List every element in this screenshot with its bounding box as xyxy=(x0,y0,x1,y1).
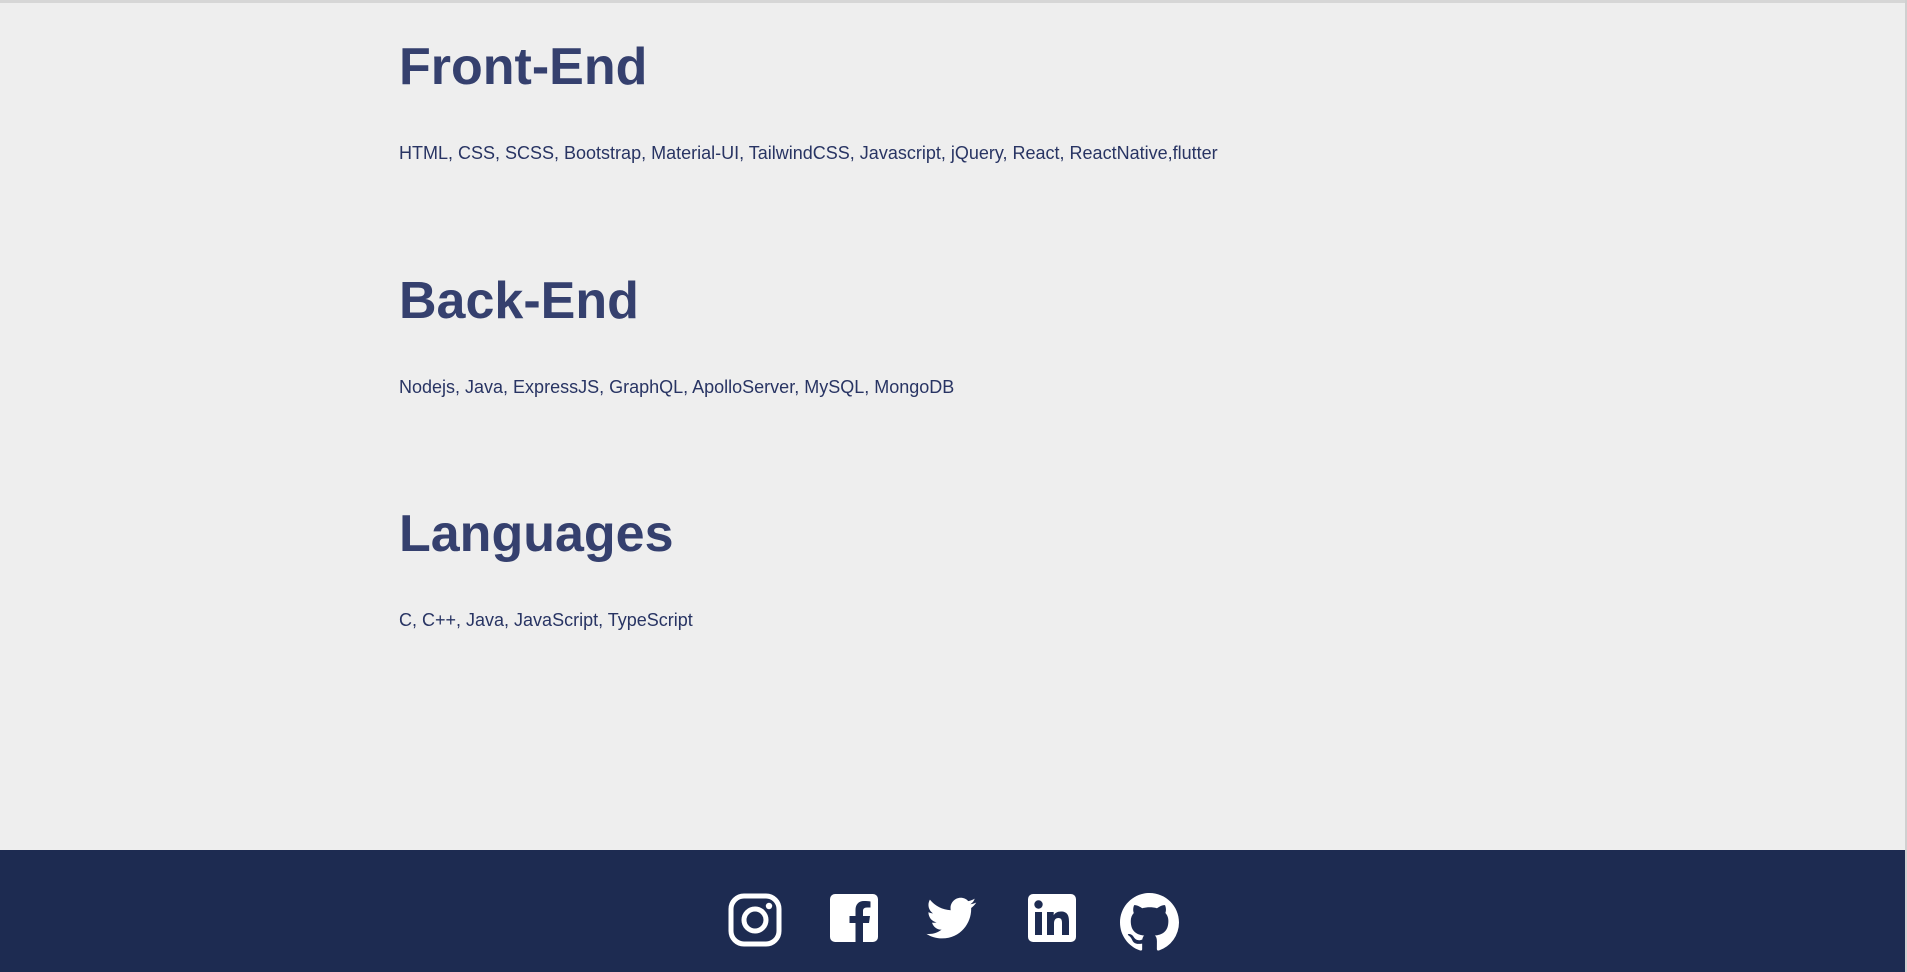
twitter-icon xyxy=(924,893,980,943)
footer xyxy=(0,850,1905,972)
backend-heading: Back-End xyxy=(399,272,639,330)
linkedin-link[interactable] xyxy=(1027,893,1077,943)
languages-skills-text: C, C++, Java, JavaScript, TypeScript xyxy=(399,610,693,630)
facebook-link[interactable] xyxy=(829,893,879,943)
top-divider xyxy=(0,0,1907,3)
frontend-section: Front-End HTML, CSS, SCSS, Bootstrap, Ma… xyxy=(399,37,1218,163)
frontend-skills-text: HTML, CSS, SCSS, Bootstrap, Material-UI,… xyxy=(399,143,1218,163)
backend-section: Back-End Nodejs, Java, ExpressJS, GraphQ… xyxy=(399,271,954,397)
instagram-link[interactable] xyxy=(728,893,782,947)
github-link[interactable] xyxy=(1120,893,1179,952)
languages-section: Languages C, C++, Java, JavaScript, Type… xyxy=(399,504,693,630)
languages-heading: Languages xyxy=(399,505,674,563)
linkedin-icon xyxy=(1027,893,1077,943)
frontend-heading: Front-End xyxy=(399,38,648,96)
twitter-link[interactable] xyxy=(924,893,980,943)
github-icon xyxy=(1120,893,1179,952)
backend-skills-text: Nodejs, Java, ExpressJS, GraphQL, Apollo… xyxy=(399,377,955,397)
instagram-icon xyxy=(728,893,782,947)
facebook-icon xyxy=(829,893,879,943)
